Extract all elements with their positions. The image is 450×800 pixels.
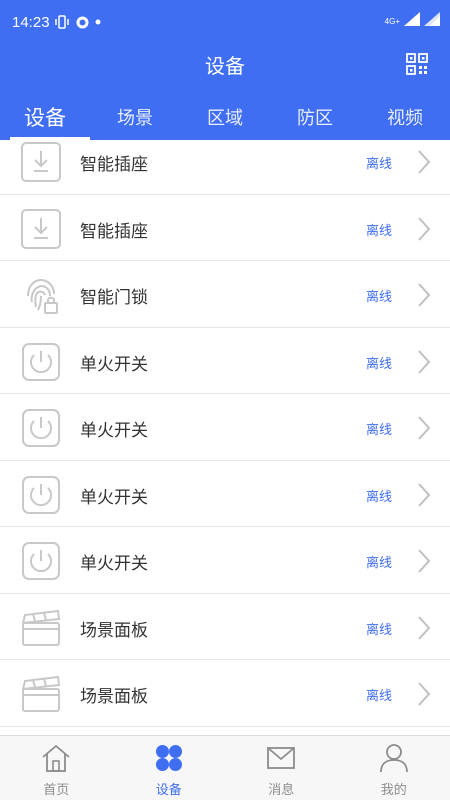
device-name: 智能门锁 bbox=[80, 288, 148, 308]
device-row[interactable]: 单火开关 离线 bbox=[0, 394, 450, 461]
top-tabs: 设备 场景 区域 防区 视频 bbox=[0, 98, 450, 140]
tab-scenes[interactable]: 场景 bbox=[90, 98, 180, 140]
chevron-right-icon bbox=[418, 349, 431, 374]
chevron-right-icon bbox=[418, 615, 431, 640]
app-header: 14:23 4G+ 设备 设备 场景 区域 防区 视频 bbox=[0, 0, 450, 140]
page-title: 设备 bbox=[205, 54, 245, 78]
device-status: 离线 bbox=[365, 489, 392, 505]
home-icon bbox=[42, 744, 70, 772]
power-switch-icon bbox=[22, 342, 60, 381]
chevron-right-icon bbox=[418, 482, 431, 507]
status-bar: 14:23 4G+ bbox=[0, 0, 450, 44]
tab-defense-zones[interactable]: 防区 bbox=[270, 98, 360, 140]
chevron-right-icon bbox=[418, 416, 431, 440]
device-name: 单火开关 bbox=[80, 554, 148, 574]
device-status: 离线 bbox=[365, 356, 392, 372]
device-name: 场景面板 bbox=[80, 620, 148, 641]
device-status: 离线 bbox=[365, 223, 392, 239]
tab-videos[interactable]: 视频 bbox=[360, 98, 450, 140]
tabbar-label: 首页 bbox=[43, 783, 70, 798]
signal-icon bbox=[404, 12, 420, 26]
tabbar-devices[interactable]: 设备 bbox=[113, 736, 226, 800]
status-time: 14:23 bbox=[12, 14, 50, 31]
app-notification-icon bbox=[76, 16, 89, 28]
user-icon bbox=[379, 744, 408, 773]
chevron-right-icon bbox=[418, 283, 431, 307]
socket-icon bbox=[21, 208, 61, 249]
socket-icon bbox=[21, 142, 61, 182]
tab-areas[interactable]: 区域 bbox=[180, 98, 270, 140]
device-row[interactable]: 场景面板 离线 bbox=[0, 660, 450, 727]
device-status: 离线 bbox=[365, 622, 392, 638]
device-row[interactable]: 单火开关 离线 bbox=[0, 328, 450, 394]
device-list[interactable]: 智能插座 离线 智能插座 离线 智能门锁 离线 单火开关 离线 单火开关 离线 … bbox=[0, 140, 450, 735]
device-name: 单火开关 bbox=[80, 487, 148, 508]
device-row[interactable]: 智能插座 离线 bbox=[0, 195, 450, 261]
tabbar-home[interactable]: 首页 bbox=[0, 736, 113, 800]
device-status: 离线 bbox=[365, 290, 392, 305]
tabbar-label: 消息 bbox=[268, 783, 295, 798]
scene-panel-icon bbox=[21, 609, 61, 646]
power-switch-icon bbox=[22, 542, 60, 580]
device-name: 场景面板 bbox=[80, 687, 148, 707]
status-notification-icons bbox=[54, 15, 101, 29]
power-switch-icon bbox=[22, 409, 60, 447]
chevron-right-icon bbox=[418, 682, 431, 706]
device-name: 单火开关 bbox=[80, 354, 148, 375]
battery-icon bbox=[424, 12, 440, 26]
network-type: 4G+ bbox=[384, 17, 400, 26]
device-status: 离线 bbox=[365, 689, 392, 704]
notification-dot-icon bbox=[95, 19, 101, 25]
scene-panel-icon bbox=[21, 675, 61, 712]
device-row[interactable]: 智能门锁 离线 bbox=[0, 261, 450, 328]
device-row[interactable]: 单火开关 离线 bbox=[0, 461, 450, 527]
device-row[interactable]: 单火开关 离线 bbox=[0, 527, 450, 594]
status-right-icons: 4G+ bbox=[385, 12, 440, 26]
tabbar-profile[interactable]: 我的 bbox=[338, 736, 450, 800]
vibrate-icon bbox=[55, 15, 69, 29]
qr-code-scan-icon[interactable] bbox=[406, 53, 428, 75]
fingerprint-lock-icon bbox=[27, 278, 58, 314]
device-name: 单火开关 bbox=[80, 421, 148, 441]
device-row[interactable]: 智能插座 离线 bbox=[0, 140, 450, 195]
tabbar-label: 我的 bbox=[380, 783, 407, 798]
chevron-right-icon bbox=[418, 150, 431, 174]
device-status: 离线 bbox=[365, 423, 392, 438]
bottom-tab-bar: 首页 设备 消息 我的 bbox=[0, 735, 450, 800]
device-grid-icon bbox=[155, 745, 182, 771]
chevron-right-icon bbox=[418, 216, 431, 241]
tabbar-label: 设备 bbox=[155, 783, 182, 798]
device-list-content: 智能插座 离线 智能插座 离线 智能门锁 离线 单火开关 离线 单火开关 离线 … bbox=[0, 140, 450, 727]
device-name: 智能插座 bbox=[80, 221, 148, 242]
device-row[interactable]: 场景面板 离线 bbox=[0, 594, 450, 660]
device-name: 智能插座 bbox=[80, 155, 148, 175]
tabbar-messages[interactable]: 消息 bbox=[225, 736, 338, 800]
device-status: 离线 bbox=[365, 157, 392, 172]
chevron-right-icon bbox=[418, 549, 431, 573]
power-switch-icon bbox=[22, 475, 60, 514]
device-status: 离线 bbox=[365, 556, 392, 571]
mail-icon bbox=[267, 747, 296, 769]
tab-devices[interactable]: 设备 bbox=[0, 98, 90, 140]
